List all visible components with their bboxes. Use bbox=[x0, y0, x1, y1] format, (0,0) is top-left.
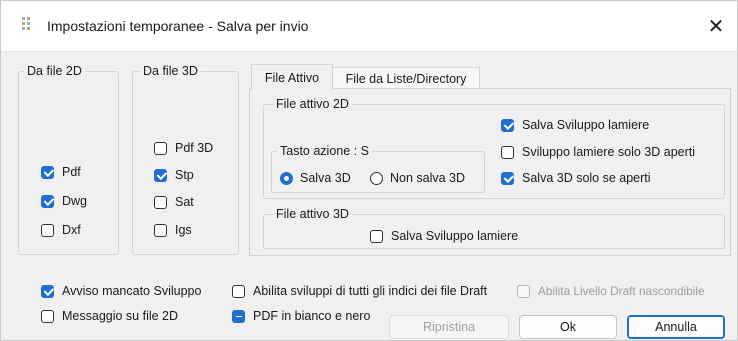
checkbox-messaggio-file-2d[interactable]: Messaggio su file 2D bbox=[41, 309, 178, 323]
checkbox-avviso-mancato-sviluppo[interactable]: Avviso mancato Sviluppo bbox=[41, 284, 201, 298]
checkbox-salva-sviluppo-lamiere-3d-box[interactable] bbox=[370, 229, 383, 243]
annulla-button-label: Annulla bbox=[655, 320, 697, 334]
title-bar: Impostazioni temporanee - Salva per invi… bbox=[1, 1, 737, 52]
checkbox-sat-box[interactable] bbox=[154, 195, 167, 209]
checkbox-igs-box[interactable] bbox=[154, 223, 167, 237]
checkbox-dxf-box[interactable] bbox=[41, 223, 54, 237]
checkbox-salva-sviluppo-lamiere-2d-box[interactable] bbox=[501, 118, 514, 132]
checkbox-sviluppo-lamiere-solo-3d-label: Sviluppo lamiere solo 3D aperti bbox=[522, 145, 696, 159]
checkbox-pdf3d-label: Pdf 3D bbox=[175, 141, 214, 155]
checkbox-dwg-box[interactable] bbox=[41, 194, 54, 208]
checkbox-abilita-sviluppi-box[interactable] bbox=[232, 284, 245, 298]
radio-salva-3d[interactable]: Salva 3D bbox=[280, 171, 351, 185]
close-icon[interactable]: ✕ bbox=[708, 14, 725, 39]
radio-non-salva-3d-label: Non salva 3D bbox=[390, 171, 466, 185]
checkbox-dwg-label: Dwg bbox=[62, 194, 88, 208]
ripristina-button-label: Ripristina bbox=[422, 320, 476, 334]
ripristina-button: Ripristina bbox=[389, 315, 509, 339]
checkbox-salva-3d-solo-se-aperti[interactable]: Salva 3D solo se aperti bbox=[501, 171, 651, 185]
group-da-file-3d-legend: Da file 3D bbox=[140, 64, 201, 78]
checkbox-pdf-bianco-nero-box[interactable] bbox=[232, 309, 245, 323]
group-file-attivo-2d-legend: File attivo 2D bbox=[273, 97, 352, 111]
checkbox-pdf-bianco-nero-label: PDF in bianco e nero bbox=[253, 309, 371, 323]
checkbox-salva-sviluppo-lamiere-2d[interactable]: Salva Sviluppo lamiere bbox=[501, 118, 649, 132]
group-da-file-2d-legend: Da file 2D bbox=[24, 64, 85, 78]
checkbox-sat-label: Sat bbox=[175, 195, 194, 209]
checkbox-pdf3d[interactable]: Pdf 3D bbox=[154, 141, 213, 155]
checkbox-igs[interactable]: Igs bbox=[154, 223, 192, 237]
checkbox-salva-3d-solo-se-aperti-box[interactable] bbox=[501, 171, 514, 185]
checkbox-abilita-livello-draft: Abilita Livello Draft nascondibile bbox=[517, 284, 705, 298]
radio-non-salva-3d-dot[interactable] bbox=[370, 171, 383, 185]
checkbox-abilita-livello-draft-box bbox=[517, 284, 530, 298]
ok-button-label: Ok bbox=[560, 320, 576, 334]
checkbox-salva-sviluppo-lamiere-3d-label: Salva Sviluppo lamiere bbox=[391, 229, 519, 243]
checkbox-sviluppo-lamiere-solo-3d[interactable]: Sviluppo lamiere solo 3D aperti bbox=[501, 145, 695, 159]
window-title: Impostazioni temporanee - Salva per invi… bbox=[47, 18, 309, 34]
annulla-button[interactable]: Annulla bbox=[627, 315, 725, 339]
checkbox-abilita-sviluppi-label: Abilita sviluppi di tutti gli indici dei… bbox=[253, 284, 488, 298]
checkbox-salva-3d-solo-se-aperti-label: Salva 3D solo se aperti bbox=[522, 171, 651, 185]
tab-file-attivo[interactable]: File Attivo bbox=[251, 64, 333, 91]
checkbox-stp-label: Stp bbox=[175, 168, 194, 182]
app-settings-icon bbox=[22, 17, 30, 30]
checkbox-abilita-sviluppi[interactable]: Abilita sviluppi di tutti gli indici dei… bbox=[232, 284, 487, 298]
group-tasto-azione-legend: Tasto azione : S bbox=[277, 144, 372, 158]
checkbox-salva-sviluppo-lamiere-3d[interactable]: Salva Sviluppo lamiere bbox=[370, 229, 518, 243]
checkbox-messaggio-file-2d-label: Messaggio su file 2D bbox=[62, 309, 179, 323]
close-button[interactable]: ✕ bbox=[701, 11, 731, 41]
checkbox-igs-label: Igs bbox=[175, 223, 192, 237]
checkbox-pdf3d-box[interactable] bbox=[154, 141, 167, 155]
group-file-attivo-3d-legend: File attivo 3D bbox=[273, 207, 352, 221]
checkbox-stp-box[interactable] bbox=[154, 168, 167, 182]
dialog-window: Impostazioni temporanee - Salva per invi… bbox=[0, 0, 738, 341]
tab-file-da-liste[interactable]: File da Liste/Directory bbox=[332, 67, 480, 90]
radio-salva-3d-dot[interactable] bbox=[280, 171, 293, 185]
checkbox-avviso-mancato-sviluppo-label: Avviso mancato Sviluppo bbox=[62, 284, 202, 298]
checkbox-dwg[interactable]: Dwg bbox=[41, 194, 87, 208]
checkbox-pdf-box[interactable] bbox=[41, 165, 54, 179]
checkbox-abilita-livello-draft-label: Abilita Livello Draft nascondibile bbox=[538, 284, 705, 298]
checkbox-dxf[interactable]: Dxf bbox=[41, 223, 81, 237]
checkbox-sviluppo-lamiere-solo-3d-box[interactable] bbox=[501, 145, 514, 159]
checkbox-stp[interactable]: Stp bbox=[154, 168, 194, 182]
tab-file-attivo-label: File Attivo bbox=[264, 70, 320, 85]
tab-file-da-liste-label: File da Liste/Directory bbox=[345, 71, 467, 86]
ok-button[interactable]: Ok bbox=[519, 315, 617, 339]
checkbox-avviso-mancato-sviluppo-box[interactable] bbox=[41, 284, 54, 298]
checkbox-pdf[interactable]: Pdf bbox=[41, 165, 81, 179]
checkbox-sat[interactable]: Sat bbox=[154, 195, 194, 209]
radio-salva-3d-label: Salva 3D bbox=[300, 171, 351, 185]
checkbox-dxf-label: Dxf bbox=[62, 223, 81, 237]
checkbox-pdf-bianco-nero[interactable]: PDF in bianco e nero bbox=[232, 309, 370, 323]
checkbox-salva-sviluppo-lamiere-2d-label: Salva Sviluppo lamiere bbox=[522, 118, 650, 132]
checkbox-pdf-label: Pdf bbox=[62, 165, 81, 179]
radio-non-salva-3d[interactable]: Non salva 3D bbox=[370, 171, 465, 185]
checkbox-messaggio-file-2d-box[interactable] bbox=[41, 309, 54, 323]
